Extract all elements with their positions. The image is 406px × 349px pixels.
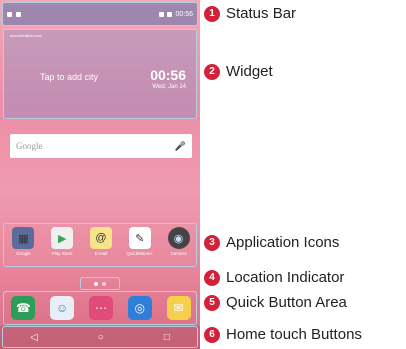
callout-home-touch-buttons: 6 Home touch Buttons [204, 326, 362, 343]
search-placeholder: Google [16, 141, 43, 151]
callout-text: Quick Button Area [226, 294, 347, 311]
callout-quick-button-area: 5 Quick Button Area [204, 294, 347, 311]
callout-number: 1 [204, 5, 220, 22]
callout-location-indicator: 4 Location Indicator [204, 269, 344, 286]
callout-text: Home touch Buttons [226, 326, 362, 343]
callout-text: Status Bar [226, 5, 297, 22]
callout-number: 2 [204, 63, 220, 80]
widget-outline [3, 29, 197, 119]
quick-button-outline [3, 291, 197, 325]
callout-number: 3 [204, 234, 220, 251]
location-indicator-outline [80, 277, 120, 290]
callout-text: Location Indicator [226, 269, 345, 286]
callout-text: Application Icons [226, 234, 340, 251]
phone-screen: 00:56 AccuWeather.com Tap to add city 00… [0, 0, 200, 349]
callout-widget: 2 Widget [204, 63, 273, 80]
callout-number: 5 [204, 294, 220, 311]
callout-application-icons: 3 Application Icons [204, 234, 339, 251]
callout-text: Widget [226, 63, 273, 80]
callout-number: 6 [204, 326, 220, 343]
status-bar-outline [2, 2, 198, 26]
callout-status-bar: 1 Status Bar [204, 5, 296, 22]
app-icons-outline [3, 223, 197, 267]
home-buttons-outline [2, 326, 198, 348]
callout-number: 4 [204, 269, 220, 286]
search-bar[interactable]: Google 🎤 [10, 134, 192, 158]
mic-icon[interactable]: 🎤 [175, 141, 186, 152]
